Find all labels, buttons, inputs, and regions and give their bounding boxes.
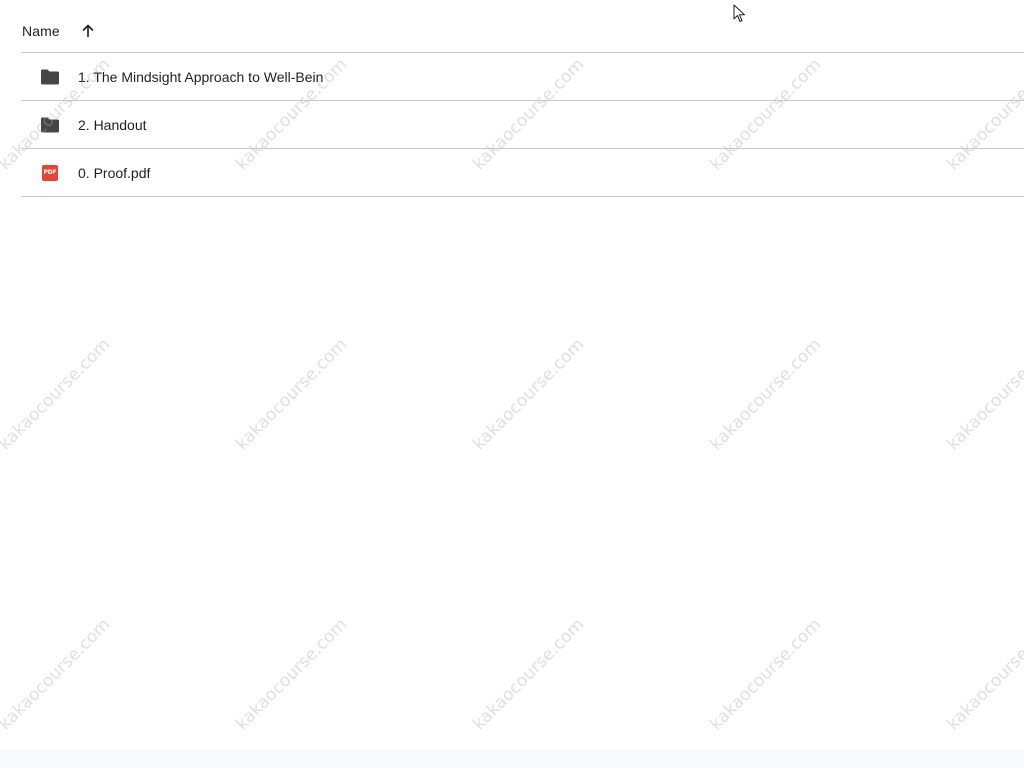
sort-name-label: Name [22, 23, 60, 39]
folder-icon [40, 67, 60, 87]
list-item[interactable]: 1. The Mindsight Approach to Well-Bein [21, 53, 1024, 101]
file-name: 0. Proof.pdf [78, 164, 151, 181]
watermark-text: kakaocourse.com [943, 614, 1024, 735]
watermark-text: kakaocourse.com [232, 614, 352, 735]
bottom-strip [0, 750, 1024, 768]
list-header: Name [21, 10, 1024, 53]
pdf-icon: PDF [40, 163, 60, 183]
file-list: Name 1. The Mindsight Approach to Well-B… [21, 10, 1024, 197]
watermark-text: kakaocourse.com [706, 334, 826, 455]
file-name: 2. Handout [78, 116, 147, 133]
watermark-text: kakaocourse.com [469, 614, 589, 735]
drive-file-browser: Name 1. The Mindsight Approach to Well-B… [0, 0, 1024, 768]
list-item[interactable]: 2. Handout [21, 101, 1024, 149]
watermark-text: kakaocourse.com [943, 334, 1024, 455]
file-name: 1. The Mindsight Approach to Well-Bein [78, 68, 324, 85]
watermark-text: kakaocourse.com [706, 614, 826, 735]
list-item[interactable]: PDF 0. Proof.pdf [21, 149, 1024, 197]
sort-by-name-button[interactable]: Name [22, 23, 96, 39]
arrow-up-icon[interactable] [80, 23, 96, 39]
folder-icon [40, 115, 60, 135]
watermark-text: kakaocourse.com [232, 334, 352, 455]
watermark-text: kakaocourse.com [0, 614, 115, 735]
watermark-text: kakaocourse.com [469, 334, 589, 455]
pdf-badge: PDF [42, 164, 58, 181]
mouse-cursor-icon [733, 4, 745, 22]
watermark-text: kakaocourse.com [0, 334, 115, 455]
